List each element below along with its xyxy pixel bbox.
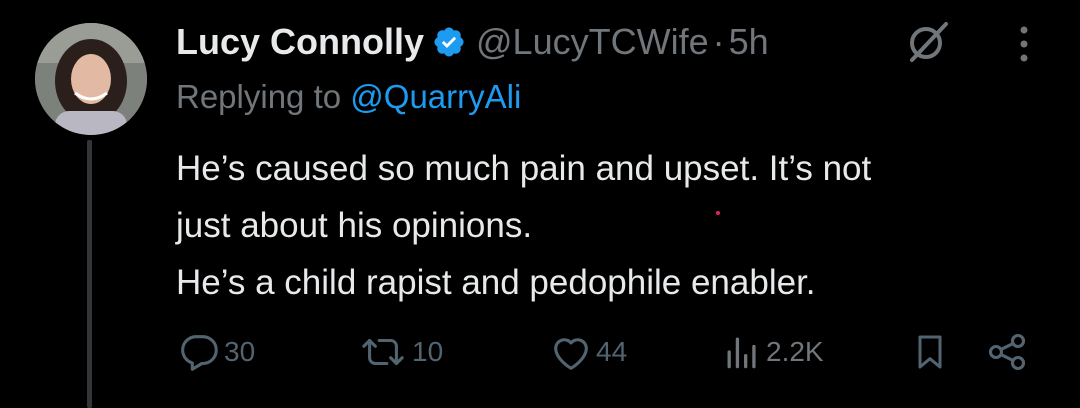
separator-dot: ·	[712, 21, 725, 62]
views-button[interactable]: 2.2K	[720, 328, 824, 376]
replying-to: Replying to @QuarryAli	[176, 78, 521, 116]
like-count: 44	[596, 336, 628, 367]
reply-count: 30	[224, 336, 256, 367]
bookmark-button[interactable]	[910, 328, 950, 376]
tweet-text: He’s caused so much pain and upset. It’s…	[176, 140, 1056, 311]
author-name[interactable]: Lucy Connolly	[176, 21, 424, 63]
reply-button[interactable]: 30	[176, 328, 255, 376]
verified-badge-icon[interactable]	[432, 25, 466, 59]
stray-dot	[716, 211, 720, 215]
action-bar: 30 10 44 2.2K	[0, 328, 1080, 376]
tweet-text-line: just about his opinions.	[176, 206, 533, 245]
views-count: 2.2K	[766, 336, 824, 367]
bookmark-icon	[918, 335, 942, 369]
more-options-icon[interactable]	[1012, 22, 1036, 66]
like-button[interactable]: 44	[548, 328, 627, 376]
share-button[interactable]	[985, 328, 1029, 376]
reply-icon	[181, 335, 218, 371]
heart-icon	[554, 338, 588, 370]
analytics-bars-icon	[727, 337, 756, 369]
repost-icon	[362, 338, 404, 366]
author-handle[interactable]: @LucyTCWife	[476, 21, 709, 63]
repost-button[interactable]: 10	[356, 328, 443, 376]
tweet-header: Lucy Connolly @LucyTCWife · 5h	[176, 14, 769, 70]
grok-icon[interactable]	[904, 18, 952, 66]
timestamp[interactable]: 5h	[729, 21, 769, 63]
tweet-text-line: He’s caused so much pain and upset. It’s…	[176, 149, 872, 188]
replying-to-mention[interactable]: @QuarryAli	[350, 78, 521, 115]
repost-count: 10	[412, 336, 444, 367]
avatar-image	[35, 23, 147, 135]
tweet-text-line: He’s a child rapist and pedophile enable…	[176, 263, 816, 302]
replying-to-label: Replying to	[176, 78, 342, 115]
share-icon	[988, 333, 1026, 371]
avatar[interactable]	[35, 23, 147, 135]
